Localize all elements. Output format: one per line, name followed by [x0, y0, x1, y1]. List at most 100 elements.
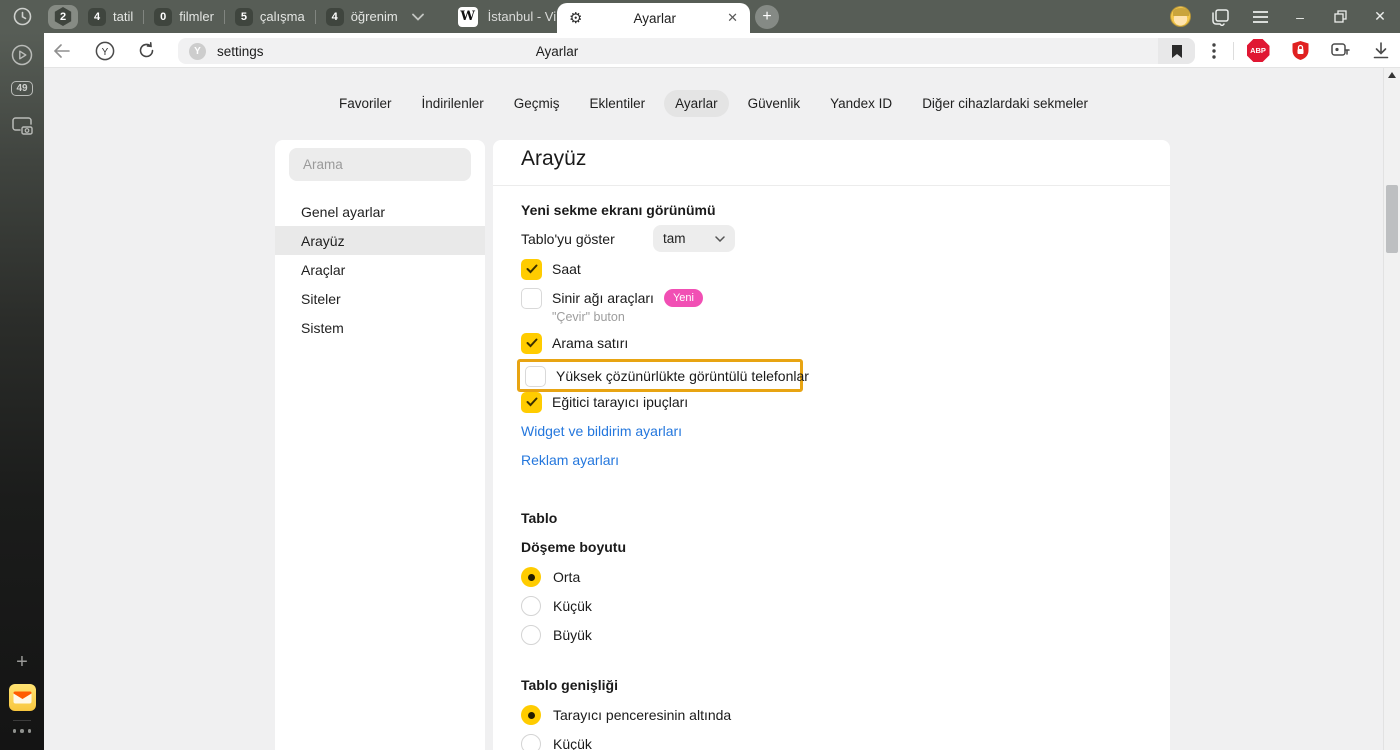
url-text: settings [217, 44, 264, 59]
video-player-button[interactable] [0, 44, 44, 66]
nav-guvenlik[interactable]: Güvenlik [737, 90, 812, 117]
checkbox-checked[interactable] [521, 259, 542, 280]
link-reklam-ayarlari[interactable]: Reklam ayarları [521, 452, 619, 468]
checkbox-row-sinir-agi[interactable]: Sinir ağı araçları Yeni [521, 287, 703, 309]
address-bar[interactable]: Y settings Ayarlar [178, 38, 1195, 64]
tab-group-label: tatil [113, 9, 133, 24]
nav-eklentiler[interactable]: Eklentiler [579, 90, 657, 117]
radio-unselected[interactable] [521, 625, 541, 645]
adblock-extension-button[interactable]: ABP [1241, 33, 1275, 68]
minimize-button[interactable]: – [1280, 0, 1320, 33]
extensions-menu-button[interactable] [1197, 33, 1231, 68]
scrollbar[interactable] [1383, 68, 1400, 750]
tab-group-label: çalışma [260, 9, 305, 24]
tab-panels-button[interactable] [1200, 0, 1240, 33]
sidebar-item-sistem[interactable]: Sistem [275, 313, 485, 342]
rail-more-button[interactable] [0, 729, 44, 733]
radio-label: Tarayıcı penceresinin altında [553, 707, 731, 723]
menu-button[interactable] [1240, 0, 1280, 33]
downloads-button[interactable] [1364, 33, 1398, 68]
radio-selected[interactable] [521, 705, 541, 725]
play-circle-icon [11, 44, 33, 66]
radio-label: Orta [553, 569, 580, 585]
shield-lock-icon [1291, 40, 1310, 61]
close-window-button[interactable]: ✕ [1360, 0, 1400, 33]
radio-row-buyuk[interactable]: Büyük [521, 624, 592, 646]
highlight-box: Yüksek çözünürlükte görüntülü telefonlar [517, 359, 803, 392]
sidebar-item-siteler[interactable]: Siteler [275, 284, 485, 313]
sidebar-item-genel-ayarlar[interactable]: Genel ayarlar [275, 197, 485, 226]
new-tab-button[interactable]: + [755, 5, 779, 29]
search-input[interactable] [289, 148, 471, 181]
checkbox-checked[interactable] [521, 392, 542, 413]
ellipsis-icon [13, 729, 32, 733]
restore-button[interactable] [1320, 0, 1360, 33]
radio-row-orta[interactable]: Orta [521, 566, 580, 588]
restore-icon [1334, 10, 1347, 23]
link-widget-bildirim[interactable]: Widget ve bildirim ayarları [521, 423, 682, 439]
radio-row-kucuk-genislik[interactable]: Küçük [521, 733, 592, 750]
clock-icon [13, 7, 32, 26]
yandex-home-button[interactable]: Y [88, 33, 122, 68]
tab-close-icon[interactable]: ✕ [727, 10, 738, 26]
tab-group-ogrenim[interactable]: 4 öğrenim [316, 8, 408, 26]
radio-unselected[interactable] [521, 734, 541, 750]
radio-unselected[interactable] [521, 596, 541, 616]
checkbox-row-arama-satiri[interactable]: Arama satırı [521, 332, 628, 354]
tab-group-active[interactable]: 2 [48, 5, 78, 29]
checkbox-checked[interactable] [521, 333, 542, 354]
title-divider [493, 185, 1170, 186]
rail-add-button[interactable]: + [0, 651, 44, 674]
panels-icon [1211, 8, 1230, 26]
nav-favoriler[interactable]: Favoriler [328, 90, 403, 117]
nav-yandex-id[interactable]: Yandex ID [819, 90, 903, 117]
scroll-up-arrow[interactable] [1388, 72, 1396, 78]
tab-group-filmler[interactable]: 0 filmler [144, 8, 224, 26]
nav-gecmis[interactable]: Geçmiş [503, 90, 571, 117]
checkbox-row-egitici-ipuclari[interactable]: Eğitici tarayıcı ipuçları [521, 391, 688, 413]
kebab-icon [1212, 43, 1216, 59]
bookmark-button[interactable] [1158, 38, 1195, 64]
radio-selected[interactable] [521, 567, 541, 587]
password-manager-button[interactable] [1323, 33, 1357, 68]
sidebar-item-araclar[interactable]: Araçlar [275, 255, 485, 284]
tab-counter-button[interactable]: 49 [0, 81, 44, 96]
minimize-icon: – [1296, 9, 1304, 25]
radio-row-tarayici-altinda[interactable]: Tarayıcı penceresinin altında [521, 704, 731, 726]
history-button[interactable] [0, 7, 44, 26]
scrollbar-thumb[interactable] [1386, 185, 1398, 253]
screenshot-button[interactable] [0, 116, 44, 136]
table-show-dropdown[interactable]: tam [653, 225, 735, 252]
radio-label: Büyük [553, 627, 592, 643]
nav-ayarlar[interactable]: Ayarlar [664, 90, 729, 117]
groups-overflow-button[interactable] [412, 8, 424, 26]
checkbox-sublabel: "Çevir" buton [552, 310, 625, 324]
tab-group-calisma[interactable]: 5 çalışma [225, 8, 315, 26]
refresh-button[interactable] [129, 33, 163, 68]
radio-label: Küçük [553, 736, 592, 750]
profile-button[interactable] [1160, 0, 1200, 33]
content-title: Arayüz [521, 147, 586, 171]
section-heading-new-tab: Yeni sekme ekranı görünümü [521, 202, 716, 218]
checkbox-label: Saat [552, 261, 581, 277]
back-button[interactable] [44, 33, 78, 68]
checkbox-row-saat[interactable]: Saat [521, 258, 581, 280]
protect-extension-button[interactable] [1283, 33, 1317, 68]
checkbox-label: Yüksek çözünürlükte görüntülü telefonlar [556, 368, 809, 384]
checkbox-row-yuksek-cozunurluk[interactable]: Yüksek çözünürlükte görüntülü telefonlar [525, 365, 809, 387]
browser-toolbar: Y Y settings Ayarlar ABP [44, 33, 1400, 68]
nav-diger-cihazlar[interactable]: Diğer cihazlardaki sekmeler [911, 90, 1099, 117]
nav-indirilenler[interactable]: İndirilenler [411, 90, 495, 117]
back-arrow-icon [53, 44, 70, 58]
bookmark-icon [1171, 44, 1183, 59]
browser-window: 2 4 tatil 0 filmler 5 çalışma 4 öğrenim … [0, 0, 1400, 750]
sidebar-item-arayuz[interactable]: Arayüz [275, 226, 485, 255]
checkbox-unchecked[interactable] [525, 366, 546, 387]
tab-group-tatil[interactable]: 4 tatil [78, 8, 143, 26]
chevron-down-icon [715, 236, 725, 242]
refresh-icon [138, 42, 155, 59]
yandex-mail-button[interactable] [0, 684, 44, 711]
radio-row-kucuk[interactable]: Küçük [521, 595, 592, 617]
tab-ayarlar-active[interactable]: ⚙ Ayarlar ✕ [557, 3, 750, 33]
checkbox-unchecked[interactable] [521, 288, 542, 309]
